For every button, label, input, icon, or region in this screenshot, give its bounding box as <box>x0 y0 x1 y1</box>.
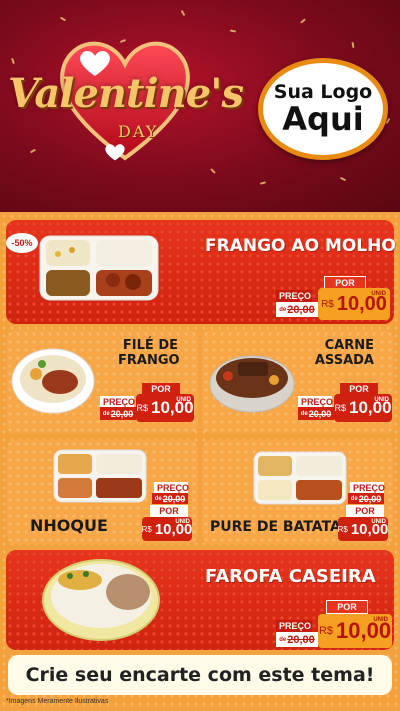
unit-label: UNID <box>371 291 386 297</box>
product-name-line: FAROFA CASEIRA <box>205 566 376 587</box>
product-name: FILÉ DE FRANGO <box>118 338 180 369</box>
product-name-line: FRANGO AO MOLHO <box>205 236 396 256</box>
confetti <box>229 29 237 33</box>
old-price-value: 20,00 <box>308 408 332 419</box>
product-name-line: CARNE <box>324 338 374 353</box>
confetti <box>29 148 37 154</box>
old-price-value: 20,00 <box>162 493 186 504</box>
confetti <box>339 176 347 182</box>
header-banner: Valentine's DAY Sua Logo Aqui <box>0 0 400 212</box>
cta-banner[interactable]: Crie seu encarte com este tema! <box>8 655 392 695</box>
discount-badge: -50% <box>6 233 38 253</box>
product-name: FRANGO AO MOLHO <box>205 236 396 257</box>
preco-label: PREÇO <box>276 290 312 302</box>
flyer-page: Valentine's DAY Sua Logo Aqui -50% FRANG… <box>0 0 400 711</box>
valentines-day-subtitle: DAY <box>118 122 159 141</box>
currency: R$ <box>334 403 346 413</box>
old-price-prefix: de <box>279 306 287 313</box>
new-price: R$ 10,00 UNID <box>334 394 392 422</box>
product-name: PURE DE BATATA <box>210 519 341 535</box>
old-price-prefix: de <box>300 410 308 417</box>
food-tray-image <box>53 449 147 503</box>
old-price: de 20,00 <box>152 493 188 504</box>
confetti <box>351 41 355 49</box>
food-tray-image <box>253 451 347 505</box>
product-name: FAROFA CASEIRA <box>205 566 376 588</box>
old-price-value: 20,00 <box>110 408 134 419</box>
unit-label: UNID <box>175 519 190 525</box>
logo-placeholder[interactable]: Sua Logo Aqui <box>258 58 388 160</box>
product-name: CARNE ASSADA <box>314 338 374 369</box>
unit-label: UNID <box>371 519 386 525</box>
product-name: NHOQUE <box>30 516 108 535</box>
confetti <box>11 57 15 65</box>
confetti <box>300 18 306 24</box>
preco-label: PREÇO <box>276 620 312 632</box>
old-price: de 20,00 <box>298 407 334 420</box>
unit-label: UNID <box>374 397 389 403</box>
old-price-prefix: de <box>279 636 287 643</box>
currency: R$ <box>321 298 334 310</box>
old-price: de 20,00 <box>276 302 318 317</box>
por-label: POR <box>326 600 368 614</box>
confetti <box>259 181 267 185</box>
logo-line-2: Aqui <box>282 99 364 138</box>
food-tray-image <box>39 235 159 301</box>
food-bowl-image <box>11 348 95 414</box>
currency: R$ <box>318 625 333 637</box>
product-name-line: FRANGO <box>118 352 180 368</box>
new-price: R$ 10,00 UNID <box>142 517 192 541</box>
confetti <box>210 168 216 174</box>
confetti <box>180 9 186 17</box>
new-price: R$ 10,00 UNID <box>318 614 392 648</box>
old-price-prefix: de <box>154 495 162 502</box>
old-price-value: 20,00 <box>358 493 382 504</box>
product-name-line: ASSADA <box>314 352 374 368</box>
product-name-line: FILÉ DE <box>122 338 178 353</box>
old-price: de 20,00 <box>348 493 384 504</box>
currency: R$ <box>337 524 348 534</box>
currency: R$ <box>136 403 148 413</box>
new-price: R$ 10,00 UNID <box>318 288 390 320</box>
valentines-title: Valentine's <box>8 70 244 117</box>
food-bowl-image <box>209 355 295 413</box>
new-price: R$ 10,00 UNID <box>338 517 388 541</box>
product-name-line: NHOQUE <box>30 516 108 535</box>
por-label: POR <box>346 505 384 517</box>
unit-label: UNID <box>176 397 191 403</box>
old-price-prefix: de <box>102 410 110 417</box>
new-price: R$ 10,00 UNID <box>136 394 194 422</box>
footnote: *Imagens Meramente Ilustrativas <box>6 698 109 705</box>
old-price: de 20,00 <box>276 632 318 647</box>
old-price-value: 20,00 <box>287 303 315 316</box>
food-bowl-image <box>42 559 160 641</box>
old-price: de 20,00 <box>100 407 136 420</box>
product-name-line: PURE DE BATATA <box>210 519 341 535</box>
currency: R$ <box>141 524 152 534</box>
unit-label: UNID <box>373 617 388 623</box>
old-price-value: 20,00 <box>287 633 315 646</box>
small-heart-icon <box>105 144 125 161</box>
old-price-prefix: de <box>350 495 358 502</box>
confetti <box>59 16 67 22</box>
por-label: POR <box>150 505 188 517</box>
